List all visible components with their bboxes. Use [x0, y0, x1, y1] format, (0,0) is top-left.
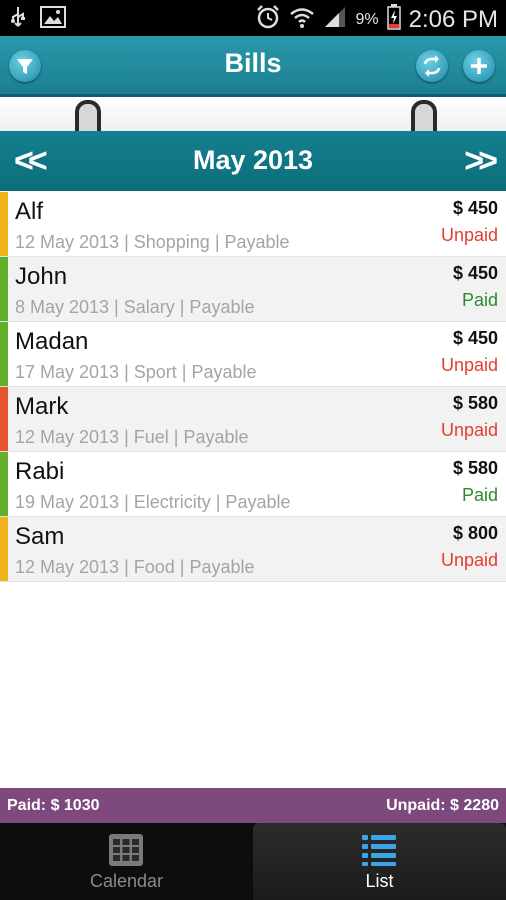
- category-color-bar: [0, 517, 8, 581]
- category-color-bar: [0, 322, 8, 386]
- month-label: May 2013: [192, 145, 314, 175]
- bill-details: 12 May 2013 | Shopping | Payable: [15, 232, 290, 252]
- sync-icon: [423, 55, 441, 77]
- bill-details: 17 May 2013 | Sport | Payable: [15, 362, 257, 382]
- usb-icon: [10, 6, 26, 33]
- category-color-bar: [0, 387, 8, 451]
- bill-amount: $ 450: [452, 328, 498, 348]
- tab-list-label: List: [365, 871, 394, 891]
- bill-status: Paid: [461, 485, 498, 505]
- bill-amount: $ 580: [452, 393, 498, 413]
- alarm-icon: [255, 4, 281, 35]
- bill-row[interactable]: Madan 17 May 2013 | Sport | Payable $ 45…: [0, 322, 506, 387]
- bill-name: Madan: [15, 328, 89, 355]
- bill-details: 19 May 2013 | Electricity | Payable: [15, 492, 291, 512]
- bill-details: 12 May 2013 | Fuel | Payable: [15, 427, 249, 447]
- status-bar: 9% 2:06 PM: [0, 0, 506, 36]
- app-header: Bills: [0, 36, 506, 97]
- category-color-bar: [0, 257, 8, 321]
- bill-row[interactable]: Rabi 19 May 2013 | Electricity | Payable…: [0, 452, 506, 517]
- bottom-tab-bar: Calendar List: [0, 823, 506, 900]
- bill-name: John: [15, 263, 68, 290]
- bill-list: Alf 12 May 2013 | Shopping | Payable $ 4…: [0, 192, 506, 582]
- add-bill-button[interactable]: [463, 50, 495, 82]
- bill-amount: $ 800: [452, 523, 498, 543]
- bill-amount: $ 580: [452, 458, 498, 478]
- category-color-bar: [0, 452, 8, 516]
- battery-percent: 9%: [355, 10, 379, 28]
- calendar-grid-icon: [109, 834, 143, 866]
- bill-name: Mark: [15, 393, 69, 420]
- battery-charging-icon: [386, 4, 401, 35]
- bill-row[interactable]: Alf 12 May 2013 | Shopping | Payable $ 4…: [0, 192, 506, 257]
- bill-row[interactable]: John 8 May 2013 | Salary | Payable $ 450…: [0, 257, 506, 322]
- wifi-icon: [289, 5, 315, 34]
- totals-bar: Paid: $ 1030 Unpaid: $ 2280: [0, 788, 506, 823]
- signal-icon: [323, 5, 347, 34]
- tab-calendar-label: Calendar: [89, 871, 164, 891]
- bill-status: Paid: [461, 290, 498, 310]
- bill-name: Sam: [15, 523, 65, 550]
- month-navigator: << May 2013 >>: [0, 131, 506, 191]
- bill-status: Unpaid: [440, 550, 498, 570]
- bill-status: Unpaid: [440, 225, 498, 245]
- bill-status: Unpaid: [440, 355, 498, 375]
- bill-status: Unpaid: [440, 420, 498, 440]
- sync-button[interactable]: [416, 50, 448, 82]
- bill-name: Rabi: [15, 458, 65, 485]
- plus-icon: [471, 58, 487, 74]
- next-month-button[interactable]: >>: [464, 142, 498, 181]
- status-bar-system: 9% 2:06 PM: [255, 4, 498, 35]
- paid-total: Paid: $ 1030: [7, 797, 100, 814]
- bill-amount: $ 450: [452, 198, 498, 218]
- bill-details: 8 May 2013 | Salary | Payable: [15, 297, 255, 317]
- tab-list[interactable]: List: [253, 823, 506, 900]
- bill-amount: $ 450: [452, 263, 498, 283]
- bill-details: 12 May 2013 | Food | Payable: [15, 557, 255, 577]
- unpaid-total: Unpaid: $ 2280: [386, 797, 499, 814]
- bill-row[interactable]: Mark 12 May 2013 | Fuel | Payable $ 580 …: [0, 387, 506, 452]
- bill-name: Alf: [15, 198, 44, 225]
- tab-calendar[interactable]: Calendar: [0, 823, 253, 900]
- status-bar-time: 2:06 PM: [408, 5, 498, 33]
- status-bar-notifications: [10, 6, 66, 33]
- image-icon: [40, 6, 66, 33]
- list-icon: [362, 835, 396, 866]
- bill-row[interactable]: Sam 12 May 2013 | Food | Payable $ 800 U…: [0, 517, 506, 582]
- category-color-bar: [0, 192, 8, 256]
